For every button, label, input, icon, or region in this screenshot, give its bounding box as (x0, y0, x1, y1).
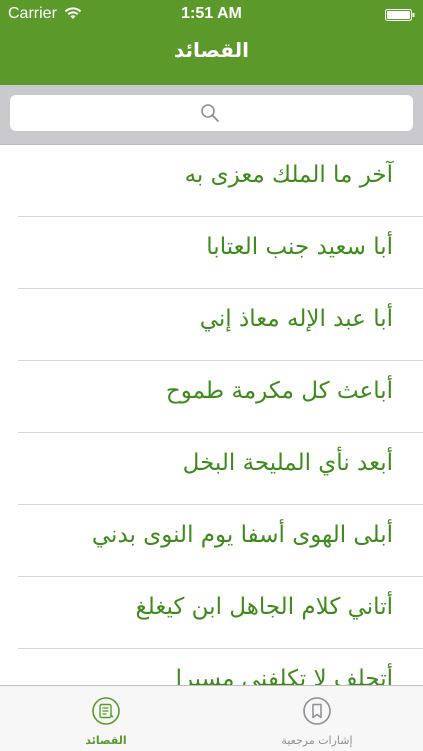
list-item[interactable]: أبا سعيد جنب العتابا (18, 217, 423, 289)
poem-title: أبلى الهوى أسفا يوم النوى بدني (91, 522, 393, 548)
search-bar (0, 85, 423, 145)
poem-title: آخر ما الملك معزى به (184, 162, 393, 188)
status-time: 1:51 AM (181, 5, 242, 22)
list-item[interactable]: أتاني كلام الجاهل ابن كيغلغ (18, 577, 423, 649)
battery-icon (385, 9, 415, 21)
poem-title: أبا عبد الإله معاذ إني (199, 306, 393, 332)
tab-bookmarks[interactable]: إشارات مرجعية (211, 686, 423, 751)
tab-poems[interactable]: القصائد (0, 686, 212, 751)
tab-bookmarks-label: إشارات مرجعية (281, 734, 353, 747)
page-title: القصائد (173, 38, 250, 62)
list-item[interactable]: أتحلف لا تكلفني مسيرا (18, 649, 423, 685)
poem-title: أبعد نأي المليحة البخل (182, 450, 393, 476)
poem-title: أبا سعيد جنب العتابا (206, 234, 393, 260)
navigation-header: Carrier 1:51 AM القصائد (0, 0, 423, 85)
bookmark-icon (303, 697, 331, 725)
list-item[interactable]: أبعد نأي المليحة البخل (18, 433, 423, 505)
list-item[interactable]: أبا عبد الإله معاذ إني (18, 289, 423, 361)
poem-list: آخر ما الملك معزى به أبا سعيد جنب العتاب… (0, 145, 423, 685)
tab-poems-label: القصائد (85, 734, 127, 747)
tab-bar: القصائد إشارات مرجعية (0, 685, 423, 751)
poem-title: أباعث كل مكرمة طموح (165, 378, 393, 404)
poem-title: أتاني كلام الجاهل ابن كيغلغ (135, 594, 393, 620)
status-bar: Carrier 1:51 AM (0, 0, 423, 30)
list-item[interactable]: أباعث كل مكرمة طموح (18, 361, 423, 433)
scroll-icon (92, 697, 120, 725)
list-item[interactable]: أبلى الهوى أسفا يوم النوى بدني (18, 505, 423, 577)
search-icon (201, 104, 219, 122)
poem-title: أتحلف لا تكلفني مسيرا (175, 666, 393, 685)
list-item[interactable]: آخر ما الملك معزى به (18, 145, 423, 217)
search-input[interactable] (10, 95, 413, 131)
